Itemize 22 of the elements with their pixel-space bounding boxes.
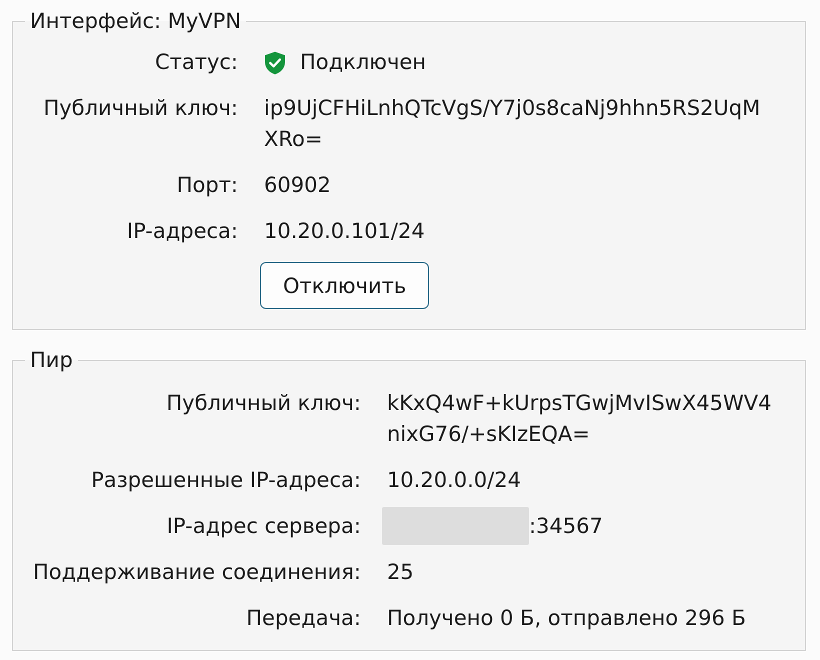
field-value: 60902 — [264, 172, 331, 199]
field-value: Получено 0 Б, отправлено 296 Б — [386, 605, 746, 632]
field-value: :34567 — [528, 513, 603, 540]
field-label: Разрешенные IP-адреса: — [90, 467, 361, 494]
disconnect-button[interactable]: Отключить — [260, 262, 430, 309]
group-title: Интерфейс: MyVPN — [29, 9, 242, 33]
field-label: IP-адреса: — [126, 218, 238, 245]
field-label: Публичный ключ: — [165, 390, 361, 417]
group-title: Пир — [29, 348, 74, 372]
field-label: Передача: — [245, 605, 361, 632]
field-value: Подключен — [300, 49, 426, 76]
field-value: ip9UjCFHiLnhQTcVgS/Y7j0s8caNj9hhn5RS2UqM XRo= — [264, 95, 760, 153]
field-value: 10.20.0.101/24 — [264, 218, 425, 245]
field-label: IP-адрес сервера: — [166, 513, 361, 540]
shield-check-icon — [264, 51, 286, 75]
field-value: kKxQ4wF+kUrpsTGwjMvISwX45WV4 nixG76/+sKIzEQA= — [386, 390, 772, 448]
field-label: Порт: — [176, 172, 238, 199]
field-label: Поддерживание соединения: — [33, 559, 361, 586]
field-label: Статус: — [154, 49, 238, 76]
field-value: 25 — [386, 559, 414, 586]
field-value: 10.20.0.0/24 — [386, 467, 521, 494]
field-label: Публичный ключ: — [42, 95, 238, 122]
